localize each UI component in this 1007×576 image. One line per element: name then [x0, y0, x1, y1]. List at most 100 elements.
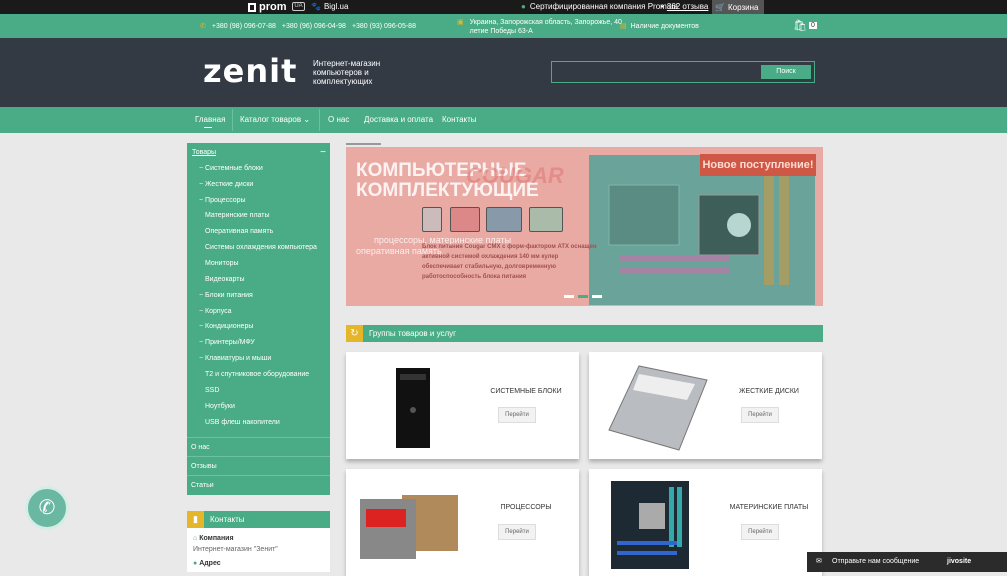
sidebar-item[interactable]: − Жесткие диски	[199, 181, 253, 188]
product-card[interactable]: СИСТЕМНЫЕ БЛОКИ Перейти	[346, 352, 579, 459]
bigl-label: Bigl.ua	[323, 2, 349, 11]
section-title: Группы товаров и услуг	[369, 329, 457, 338]
sidebar-catalog: Товары − − Системные блоки − Жесткие дис…	[187, 143, 330, 495]
phone-number[interactable]: +380 (93) 096-05-88	[352, 23, 416, 30]
nav-about[interactable]: О нас	[328, 107, 349, 133]
contacts-heading: ▮ Контакты	[187, 511, 330, 528]
home-icon: ⌂	[193, 535, 198, 542]
sidebar-item[interactable]: − Системные блоки	[199, 165, 263, 172]
motherboard-image	[589, 155, 815, 305]
address-label: Адрес	[199, 560, 221, 567]
sidebar-item-label: Процессоры	[205, 197, 246, 204]
certified-badge[interactable]: ● Сертифицированная компания Prom.ua	[521, 2, 678, 11]
header-cart[interactable]: 🛍 0	[793, 19, 817, 32]
product-name[interactable]: МАТЕРИНСКИЕ ПЛАТЫ	[719, 504, 819, 511]
collapse-icon[interactable]: −	[320, 147, 326, 158]
promo-banner[interactable]: КОМПЬЮТЕРНЫЕ КОМПЛЕКТУЮЩИЕ COUGAR Новое п…	[346, 147, 823, 306]
go-button[interactable]: Перейти	[741, 524, 779, 540]
refresh-icon: ↻	[346, 325, 363, 342]
sidebar-item[interactable]: − Кондиционеры	[199, 323, 253, 330]
sidebar-item[interactable]: − Принтеры/МФУ	[199, 339, 255, 346]
certified-label: Сертифицированная компания Prom.ua	[529, 2, 678, 11]
slider-dot-active[interactable]	[578, 295, 588, 298]
product-name[interactable]: СИСТЕМНЫЕ БЛОКИ	[476, 388, 576, 395]
nav-catalog[interactable]: Каталог товаров ⌄	[240, 107, 310, 133]
search-button[interactable]: Поиск	[761, 65, 811, 79]
sidebar-item[interactable]: USB флеш накопители	[205, 419, 280, 426]
sidebar-item[interactable]: − Клавиатуры и мыши	[199, 355, 271, 362]
nav-contacts[interactable]: Контакты	[442, 107, 477, 133]
nav-active-indicator	[204, 127, 212, 128]
motherboard-graphic	[608, 175, 789, 285]
sidebar-item[interactable]: − Корпуса	[199, 308, 232, 315]
sidebar-link-articles[interactable]: Статьи	[187, 475, 330, 494]
cart-icon: 🛒	[715, 2, 725, 12]
phone-icon: ✆	[200, 23, 206, 30]
header: zenit Интернет-магазин компьютеров и ком…	[0, 38, 1007, 107]
jivo-text: Отправьте нам сообщение	[832, 558, 920, 565]
sidebar-item[interactable]: Мониторы	[205, 260, 239, 267]
sidebar-item[interactable]: Т2 и спутниковое оборудование	[205, 371, 309, 378]
location-pin-icon: ●	[193, 560, 198, 567]
top-cart-button[interactable]: 🛒 Корзина	[712, 0, 764, 14]
product-name[interactable]: ПРОЦЕССОРЫ	[476, 504, 576, 511]
go-button[interactable]: Перейти	[498, 407, 536, 423]
sidebar-item-label: Принтеры/МФУ	[205, 339, 255, 346]
sidebar-item[interactable]: Видеокарты	[205, 276, 245, 283]
banner-description: Блок питания Cougar CMX с форм-фактором …	[422, 244, 597, 280]
jivo-chat-widget[interactable]: ✉ Отправьте нам сообщение jivosite	[807, 552, 1007, 572]
certification-icon	[422, 207, 442, 232]
info-icon: ▮	[187, 511, 204, 528]
company-row: ⌂ Компания	[193, 535, 234, 542]
sidebar-item-label: Жесткие диски	[205, 181, 254, 188]
search-input[interactable]	[555, 65, 761, 79]
motherboard-icon	[611, 481, 689, 569]
slider-dots	[564, 295, 602, 298]
sidebar-item[interactable]: Оперативная память	[205, 228, 273, 235]
documents-label: Наличие документов	[630, 22, 699, 30]
phone-number[interactable]: +380 (96) 096-04-98	[282, 23, 346, 30]
site-logo[interactable]: zenit	[203, 52, 297, 90]
product-name[interactable]: ЖЕСТКИЕ ДИСКИ	[719, 388, 819, 395]
product-card[interactable]: ПРОЦЕССОРЫ Перейти	[346, 469, 579, 576]
sidebar-item[interactable]: Материнские платы	[205, 212, 270, 219]
callback-phone-button[interactable]: ✆	[25, 486, 69, 530]
go-button[interactable]: Перейти	[741, 407, 779, 423]
slider-dot[interactable]	[592, 295, 602, 298]
sidebar-link-about[interactable]: О нас	[187, 437, 330, 456]
company-label: Компания	[199, 535, 234, 542]
nav-delivery[interactable]: Доставка и оплата	[364, 107, 433, 133]
prom-logo[interactable]: prom	[248, 1, 287, 13]
top-cart-label: Корзина	[727, 2, 759, 12]
product-card[interactable]: МАТЕРИНСКИЕ ПЛАТЫ Перейти	[589, 469, 822, 576]
new-arrival-badge: Новое поступление!	[700, 154, 816, 176]
sidebar-item-label: Блоки питания	[205, 292, 253, 299]
nav-home[interactable]: Главная	[195, 107, 225, 133]
document-icon: ▤	[620, 23, 627, 30]
sidebar-link-reviews[interactable]: Отзывы	[187, 456, 330, 475]
reviews-link[interactable]: ▪ 862 отзыва	[661, 2, 708, 11]
bigl-link[interactable]: 🐾 Bigl.ua	[311, 2, 348, 11]
sidebar-item[interactable]: − Процессоры	[199, 197, 246, 204]
sidebar-item[interactable]: Ноутбуки	[205, 403, 235, 410]
cart-count: 0	[808, 22, 817, 29]
sidebar-item-label: Корпуса	[205, 308, 232, 315]
documents-info[interactable]: ▤ Наличие документов	[620, 22, 699, 31]
phone-icon: ✆	[38, 497, 56, 519]
sidebar-item[interactable]: Системы охлаждения компьютера	[205, 244, 317, 251]
phone-list: ✆ +380 (98) 096-07-88 +380 (96) 096-04-9…	[200, 22, 416, 31]
main-nav: Главная Каталог товаров ⌄ О нас Доставка…	[0, 107, 1007, 133]
shopping-bag-icon: 🛍	[793, 20, 807, 32]
sidebar-item[interactable]: − Блоки питания	[199, 292, 253, 299]
sidebar-item-label: Кондиционеры	[205, 323, 254, 330]
product-card[interactable]: ЖЕСТКИЕ ДИСКИ Перейти	[589, 352, 822, 459]
slider-dot[interactable]	[564, 295, 574, 298]
fan-icon	[486, 207, 522, 232]
banner-top-line	[346, 143, 381, 145]
go-button[interactable]: Перейти	[498, 524, 536, 540]
contacts-body: ⌂ Компания Интернет-магазин "Зенит" ● Ад…	[187, 528, 330, 572]
sidebar-title[interactable]: Товары	[192, 149, 216, 156]
sidebar-item[interactable]: SSD	[205, 387, 219, 394]
phone-number[interactable]: +380 (98) 096-07-88	[212, 23, 276, 30]
prom-ua-tag: UA	[292, 2, 305, 11]
